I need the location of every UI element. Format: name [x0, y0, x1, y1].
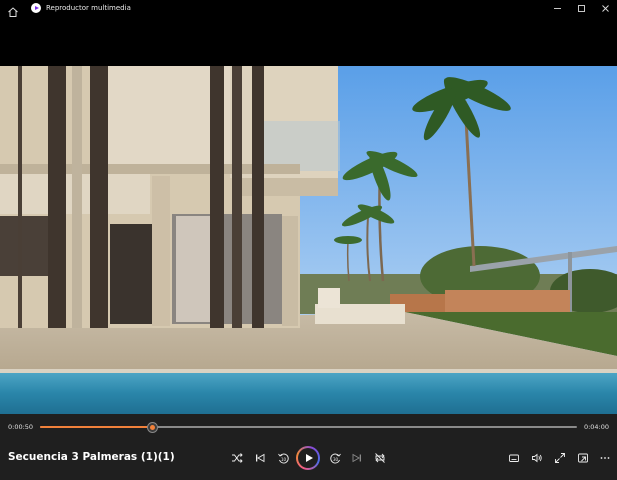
minimize-button[interactable]	[545, 0, 569, 17]
previous-icon	[256, 453, 265, 463]
rewind-10-icon: 10	[277, 453, 289, 463]
close-button[interactable]	[593, 0, 617, 17]
volume-button[interactable]	[528, 449, 546, 467]
rewind-10-button[interactable]: 10	[274, 449, 292, 467]
svg-text:10: 10	[280, 457, 286, 462]
close-icon	[602, 5, 609, 12]
minimize-icon	[554, 8, 561, 9]
more-button[interactable]	[596, 449, 614, 467]
svg-text:30: 30	[332, 457, 338, 462]
current-time: 0:00:50	[8, 423, 34, 431]
total-time: 0:04:00	[583, 423, 609, 431]
miniplayer-button[interactable]	[574, 449, 592, 467]
fullscreen-button[interactable]	[551, 449, 569, 467]
next-icon	[352, 453, 361, 463]
video-image	[0, 66, 617, 414]
volume-icon	[532, 453, 542, 463]
maximize-icon	[578, 5, 585, 12]
shuffle-button[interactable]	[228, 449, 246, 467]
forward-30-button[interactable]: 30	[326, 449, 344, 467]
window-title: Reproductor multimedia	[46, 4, 131, 12]
shuffle-icon	[232, 453, 243, 463]
previous-button[interactable]	[251, 449, 269, 467]
home-icon[interactable]	[7, 3, 19, 17]
repeat-button[interactable]	[371, 449, 389, 467]
play-icon	[298, 448, 318, 468]
play-button[interactable]	[296, 446, 320, 470]
maximize-button[interactable]	[569, 0, 593, 17]
subtitles-button[interactable]	[505, 449, 523, 467]
subtitles-icon	[509, 454, 519, 462]
next-button[interactable]	[348, 449, 366, 467]
video-frame[interactable]	[0, 66, 617, 414]
miniplayer-icon	[578, 453, 588, 463]
title-bar: Reproductor multimedia	[0, 0, 617, 17]
seek-thumb[interactable]	[147, 422, 159, 433]
forward-30-icon: 30	[329, 453, 341, 463]
repeat-icon	[375, 453, 385, 463]
fullscreen-icon	[555, 453, 565, 463]
media-title: Secuencia 3 Palmeras (1)(1)	[8, 451, 175, 463]
app-logo-icon	[31, 3, 41, 13]
seek-progress	[40, 426, 152, 428]
more-icon	[600, 457, 610, 459]
seek-bar[interactable]	[40, 422, 577, 433]
playback-controls: 0:00:50 0:04:00 Secuencia 3 Palmeras (1)…	[0, 414, 617, 480]
